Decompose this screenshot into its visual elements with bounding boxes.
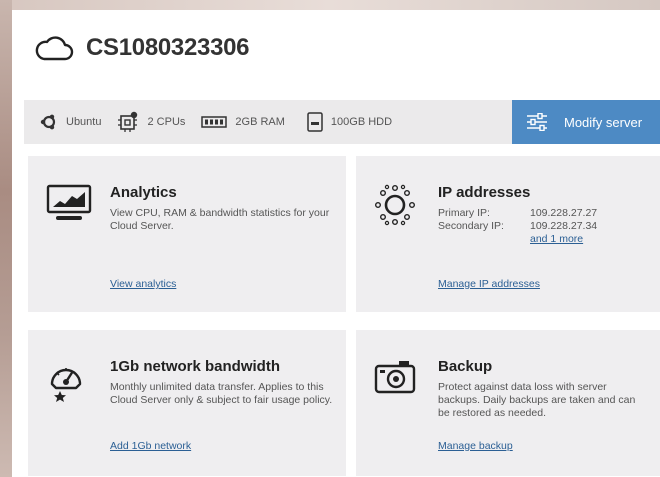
speedometer-icon [50, 368, 82, 402]
server-name: CS1080323306 [86, 34, 250, 61]
sliders-icon [527, 113, 547, 131]
secondary-ip-value: 109.228.27.34 [530, 220, 598, 232]
manage-backup-link[interactable]: Manage backup [438, 440, 513, 452]
primary-ip-row: Primary IP: 109.228.27.27 [438, 207, 648, 220]
bandwidth-body: 1Gb network bandwidth Monthly unlimited … [110, 358, 334, 407]
manage-ip-addresses-link[interactable]: Manage IP addresses [438, 278, 540, 290]
bandwidth-title: 1Gb network bandwidth [110, 358, 281, 375]
modify-server-label: Modify server [564, 114, 643, 130]
spec-hdd-label: 100GB HDD [330, 116, 393, 128]
server-spec-bar: Ubuntu 2 CPUs 2GB RAM 100GB HDD Modify s… [24, 100, 660, 144]
more-ips-link[interactable]: and 1 more [530, 233, 648, 246]
backup-body: Backup Protect against data loss with se… [438, 358, 648, 420]
backup-description: Protect against data loss with server ba… [438, 381, 636, 419]
ip-title: IP addresses [438, 184, 531, 201]
bandwidth-description: Monthly unlimited data transfer. Applies… [110, 381, 333, 406]
view-analytics-link[interactable]: View analytics [110, 278, 176, 290]
spec-ram: 2GB RAM [201, 100, 285, 144]
secondary-ip-row: Secondary IP: 109.228.27.34 [438, 220, 648, 233]
background-edge-left [0, 0, 12, 477]
background-edge-top [0, 0, 660, 10]
add-1gb-network-link[interactable]: Add 1Gb network [110, 440, 191, 452]
bandwidth-card: 1Gb network bandwidth Monthly unlimited … [28, 330, 346, 476]
ram-icon [201, 116, 228, 128]
spec-cpu-label: 2 CPUs [147, 116, 186, 128]
cpu-icon [118, 111, 138, 132]
ip-network-icon [375, 184, 416, 226]
ip-addresses-card: IP addresses Primary IP: 109.228.27.27 S… [356, 156, 660, 312]
analytics-title: Analytics [110, 184, 177, 201]
ip-list: Primary IP: 109.228.27.27 Secondary IP: … [438, 207, 648, 246]
spec-ram-label: 2GB RAM [235, 116, 285, 128]
analytics-card: Analytics View CPU, RAM & bandwidth stat… [28, 156, 346, 312]
spec-cpu: 2 CPUs [117, 100, 185, 144]
analytics-monitor-icon [46, 184, 92, 220]
server-panel: CS1080323306 Ubuntu 2 CPUs 2GB RAM 100GB… [12, 10, 660, 477]
modify-server-button[interactable]: Modify server [512, 100, 660, 144]
spec-hdd: 100GB HDD [307, 100, 392, 144]
secondary-ip-label: Secondary IP: [438, 220, 504, 232]
ip-body: IP addresses Primary IP: 109.228.27.27 S… [438, 184, 648, 246]
hdd-icon [307, 112, 323, 132]
analytics-body: Analytics View CPU, RAM & bandwidth stat… [110, 184, 334, 233]
cloud-icon [35, 36, 74, 61]
server-header: CS1080323306 [34, 28, 250, 68]
primary-ip-value: 109.228.27.27 [530, 207, 598, 219]
backup-card: Backup Protect against data loss with se… [356, 330, 660, 476]
ubuntu-icon [40, 114, 56, 130]
analytics-description: View CPU, RAM & bandwidth statistics for… [110, 207, 330, 232]
primary-ip-label: Primary IP: [438, 207, 490, 219]
camera-icon [374, 361, 416, 394]
backup-title: Backup [438, 358, 493, 375]
spec-os-label: Ubuntu [66, 116, 102, 128]
spec-os: Ubuntu [40, 100, 101, 144]
